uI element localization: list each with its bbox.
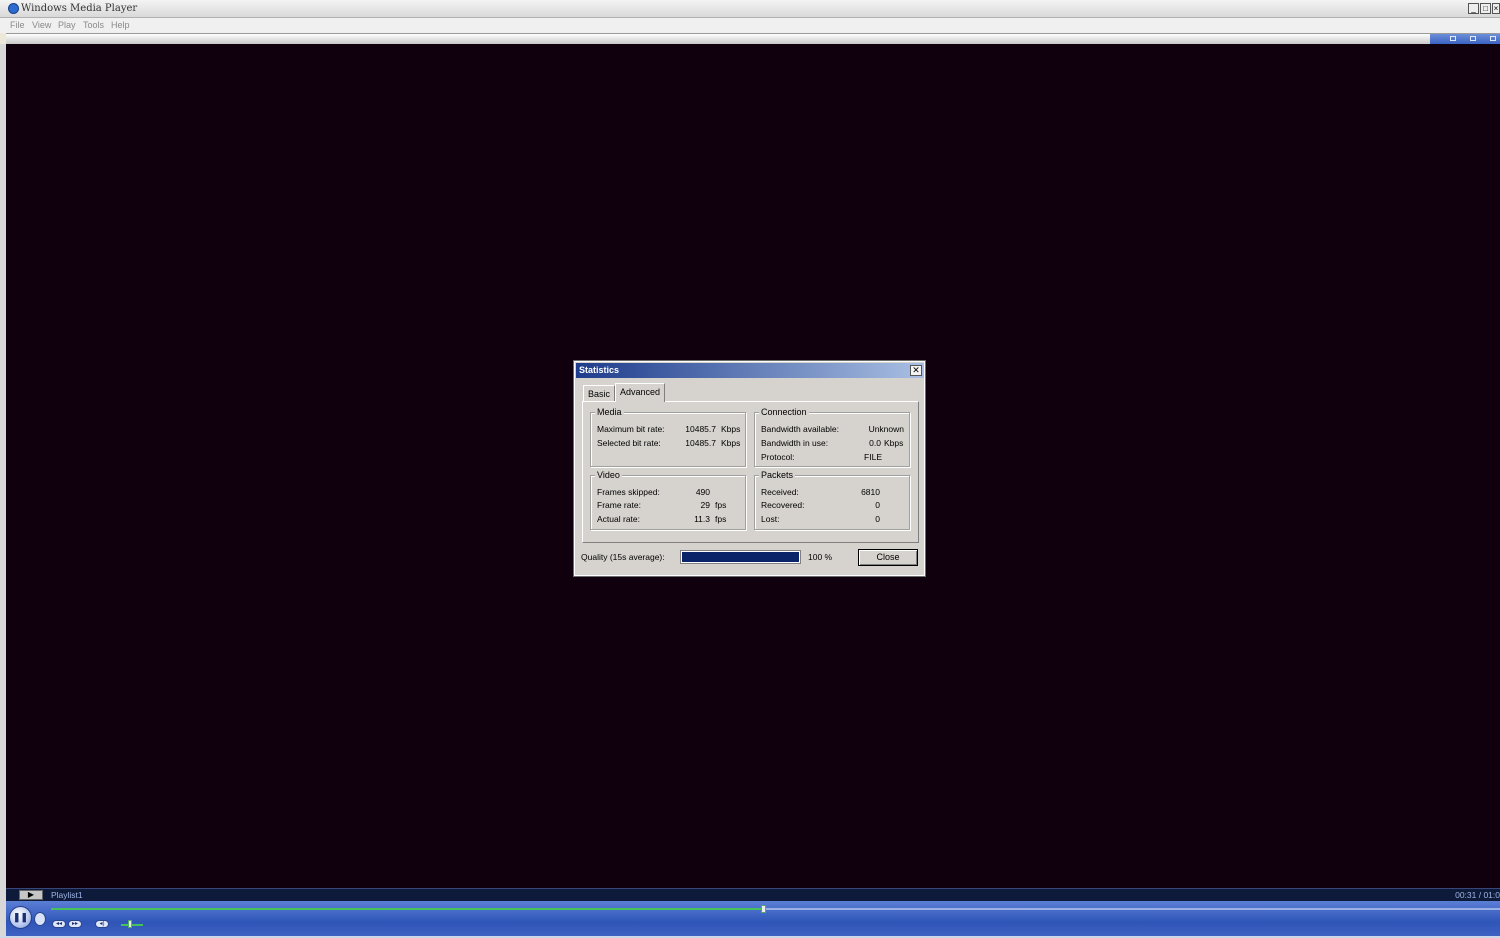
next-button[interactable]: ▸▸ xyxy=(68,920,82,928)
bandwidth-available-label: Bandwidth available: xyxy=(761,424,839,434)
stop-button[interactable] xyxy=(34,912,46,926)
bandwidth-in-use-label: Bandwidth in use: xyxy=(761,438,829,448)
now-playing-icon[interactable] xyxy=(1450,36,1456,41)
recovered-value: 0 xyxy=(875,500,880,510)
tab-basic[interactable]: Basic xyxy=(583,385,616,401)
frames-skipped-label: Frames skipped: xyxy=(597,487,660,497)
frame-rate-unit: fps xyxy=(715,500,727,510)
menu-help[interactable]: Help xyxy=(111,20,130,30)
max-bit-rate-unit: Kbps xyxy=(721,424,741,434)
view-switch-area xyxy=(1430,34,1500,44)
frames-skipped-value: 490 xyxy=(695,487,710,497)
menu-tools[interactable]: Tools xyxy=(83,20,104,30)
quality-progress-fill xyxy=(682,552,799,562)
menu-file[interactable]: File xyxy=(10,20,25,30)
protocol-value: FILE xyxy=(864,452,882,462)
protocol-label: Protocol: xyxy=(761,452,795,462)
previous-button[interactable]: ◂◂ xyxy=(52,920,66,928)
transport-controls: ❚❚ ◂◂ ▸▸ ◂) xyxy=(6,901,1500,936)
media-player-window: Windows Media Player _ □ × File View Pla… xyxy=(0,0,1500,938)
dialog-close-icon[interactable]: ✕ xyxy=(910,365,922,376)
skin-mode-icon[interactable] xyxy=(1490,36,1496,41)
packets-group: Packets Received: 6810 Recovered: 0 Lost… xyxy=(754,470,910,530)
received-value: 6810 xyxy=(861,487,880,497)
close-button[interactable]: Close xyxy=(858,549,918,566)
actual-rate-unit: fps xyxy=(715,514,727,524)
quality-progress-bar xyxy=(680,550,801,564)
close-window-button[interactable]: × xyxy=(1492,3,1500,14)
full-mode-icon[interactable] xyxy=(1470,36,1476,41)
seek-bar[interactable] xyxy=(51,905,1500,913)
play-icon[interactable]: ▶ xyxy=(19,890,43,900)
selected-bit-rate-unit: Kbps xyxy=(721,438,741,448)
bandwidth-available-value: Unknown xyxy=(868,424,904,434)
menu-view[interactable]: View xyxy=(32,20,51,30)
lost-label: Lost: xyxy=(761,514,780,524)
frame-rate-value: 29 xyxy=(700,500,710,510)
window-title: Windows Media Player xyxy=(21,3,138,14)
playlist-name[interactable]: Playlist1 xyxy=(51,890,83,900)
pause-button[interactable]: ❚❚ xyxy=(9,906,32,929)
maximize-button[interactable]: □ xyxy=(1480,3,1491,14)
frame-rate-label: Frame rate: xyxy=(597,500,641,510)
minimize-button[interactable]: _ xyxy=(1468,3,1479,14)
taskbar-strip xyxy=(6,33,1500,44)
tab-advanced[interactable]: Advanced xyxy=(615,383,666,402)
time-readout: 00:31 / 01:0 xyxy=(1455,890,1500,900)
dialog-title: Statistics xyxy=(579,365,620,375)
quality-label: Quality (15s average): xyxy=(581,552,665,562)
media-group: Media Maximum bit rate: 10485.7 Kbps Sel… xyxy=(590,407,746,467)
quality-percent: 100 % xyxy=(808,552,833,562)
dialog-title-bar: Statistics ✕ xyxy=(576,363,924,378)
packets-group-label: Packets xyxy=(759,470,796,480)
recovered-label: Recovered: xyxy=(761,500,805,510)
mute-icon[interactable]: ◂) xyxy=(95,920,109,928)
actual-rate-label: Actual rate: xyxy=(597,514,640,524)
now-playing-info-bar: ▶ Playlist1 00:31 / 01:0 xyxy=(6,888,1500,901)
media-group-label: Media xyxy=(595,407,624,417)
selected-bit-rate-value: 10485.7 xyxy=(685,438,716,448)
title-bar: Windows Media Player _ □ × xyxy=(0,0,1500,18)
video-group-label: Video xyxy=(595,470,622,480)
menu-play[interactable]: Play xyxy=(58,20,76,30)
connection-group: Connection Bandwidth available: Unknown … xyxy=(754,407,910,467)
bandwidth-in-use-value: 0.0 xyxy=(869,438,881,448)
seek-thumb[interactable] xyxy=(761,905,766,913)
connection-group-label: Connection xyxy=(759,407,809,417)
seek-progress xyxy=(51,908,761,910)
selected-bit-rate-label: Selected bit rate: xyxy=(597,438,661,448)
actual-rate-value: 11.3 xyxy=(694,514,710,524)
bandwidth-in-use-unit: Kbps xyxy=(884,438,904,448)
received-label: Received: xyxy=(761,487,799,497)
menu-bar: File View Play Tools Help xyxy=(0,18,1500,33)
video-group: Video Frames skipped: 490 Frame rate: 29… xyxy=(590,470,746,530)
statistics-dialog: Statistics ✕ Basic Advanced Media Maximu… xyxy=(573,360,926,577)
volume-thumb[interactable] xyxy=(128,920,132,928)
advanced-tab-panel: Media Maximum bit rate: 10485.7 Kbps Sel… xyxy=(582,401,919,543)
max-bit-rate-label: Maximum bit rate: xyxy=(597,424,665,434)
lost-value: 0 xyxy=(875,514,880,524)
media-player-icon xyxy=(8,3,19,14)
volume-slider[interactable] xyxy=(121,924,143,926)
max-bit-rate-value: 10485.7 xyxy=(685,424,716,434)
